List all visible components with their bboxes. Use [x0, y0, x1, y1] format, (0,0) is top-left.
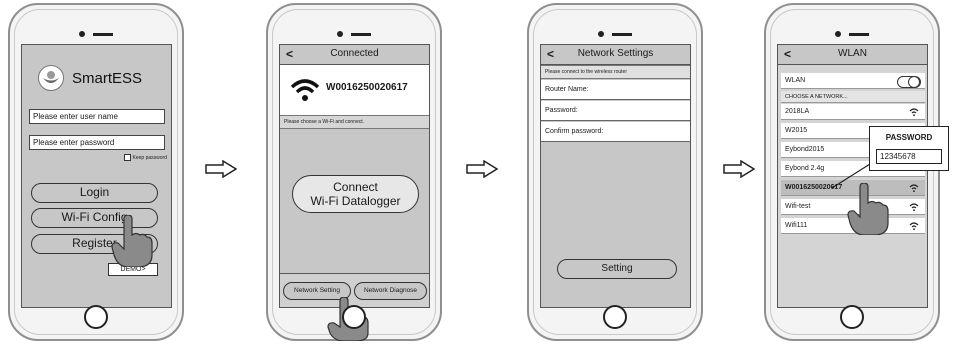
network-settings-screen: < Network Settings Please connect to the…: [540, 44, 691, 308]
network-name: Wifi-test: [785, 203, 811, 210]
back-icon[interactable]: <: [784, 45, 791, 63]
ssid-label: W0016250020617: [326, 82, 408, 93]
wifi-signal-icon: [909, 222, 919, 231]
page-title: Connected: [330, 48, 379, 59]
home-button-icon[interactable]: [342, 305, 366, 329]
pointing-hand-icon: [111, 215, 153, 267]
app-logo: SmartESS: [38, 65, 142, 91]
login-button[interactable]: Login: [31, 183, 158, 203]
phone-network-settings: < Network Settings Please connect to the…: [527, 3, 703, 341]
smartess-logo-icon: [38, 65, 64, 91]
network-name: Eybond2015: [785, 146, 825, 153]
wifi-icon: [290, 79, 320, 101]
network-row[interactable]: 2018LA: [781, 104, 925, 120]
wifi-signal-icon: [909, 203, 919, 212]
speaker: [598, 31, 632, 37]
home-button-icon[interactable]: [84, 305, 108, 329]
speaker: [835, 31, 869, 37]
page-title: Network Settings: [577, 48, 654, 59]
home-button-icon[interactable]: [603, 305, 627, 329]
wlan-toggle-row: WLAN: [781, 73, 925, 89]
keep-password-checkbox[interactable]: Keep password: [123, 154, 167, 161]
password-input[interactable]: Please enter password: [29, 135, 165, 150]
back-icon[interactable]: <: [547, 45, 554, 63]
login-screen: SmartESS Please enter user name Please e…: [21, 44, 172, 308]
arrow-right-icon: [466, 159, 499, 179]
hint-text: Please connect to the wireless router: [541, 65, 690, 79]
speaker: [79, 31, 113, 37]
page-title: WLAN: [838, 48, 867, 59]
header: < Network Settings: [541, 45, 690, 65]
password-popup: PASSWORD 12345678: [869, 126, 949, 171]
connect-datalogger-button[interactable]: Connect Wi-Fi Datalogger: [292, 175, 419, 213]
password-popup-title: PASSWORD: [885, 133, 933, 142]
network-name: W2015: [785, 127, 808, 134]
arrow-right-icon: [723, 159, 756, 179]
pointing-hand-icon: [847, 183, 889, 235]
wifi-signal-icon: [909, 108, 919, 117]
header: < Connected: [280, 45, 429, 65]
wlan-toggle[interactable]: [897, 76, 921, 88]
network-name: Wifi111: [785, 222, 808, 229]
connect-label: Connect: [333, 180, 378, 194]
network-name: Eybond 2.4g: [785, 165, 825, 172]
ssid-panel: W0016250020617: [280, 65, 429, 115]
password-field[interactable]: Password:: [541, 101, 690, 121]
speaker: [337, 31, 371, 37]
wifi-signal-icon: [909, 184, 919, 193]
confirm-password-field[interactable]: Confirm password:: [541, 122, 690, 142]
header: < WLAN: [778, 45, 927, 65]
username-input[interactable]: Please enter user name: [29, 109, 165, 124]
app-name: SmartESS: [72, 69, 143, 87]
password-popup-input[interactable]: 12345678: [876, 149, 942, 164]
home-button-icon[interactable]: [840, 305, 864, 329]
wlan-label: WLAN: [785, 77, 806, 84]
hint-text: Please choose a Wi-Fi and connect.: [280, 115, 429, 129]
phone-connected: < Connected W0016250020617 Please choose…: [266, 3, 442, 341]
keep-password-label: Keep password: [132, 154, 167, 161]
router-name-field[interactable]: Router Name:: [541, 80, 690, 100]
connected-screen: < Connected W0016250020617 Please choose…: [279, 44, 430, 308]
checkbox-icon: [123, 154, 131, 161]
datalogger-label: Wi-Fi Datalogger: [310, 194, 401, 208]
phone-login: SmartESS Please enter user name Please e…: [8, 3, 184, 341]
arrow-right-icon: [205, 159, 238, 179]
back-icon[interactable]: <: [286, 45, 293, 63]
setting-button[interactable]: Setting: [557, 259, 677, 279]
network-name: 2018LA: [785, 108, 810, 115]
choose-network-header: CHOOSE A NETWORK...: [781, 91, 925, 103]
